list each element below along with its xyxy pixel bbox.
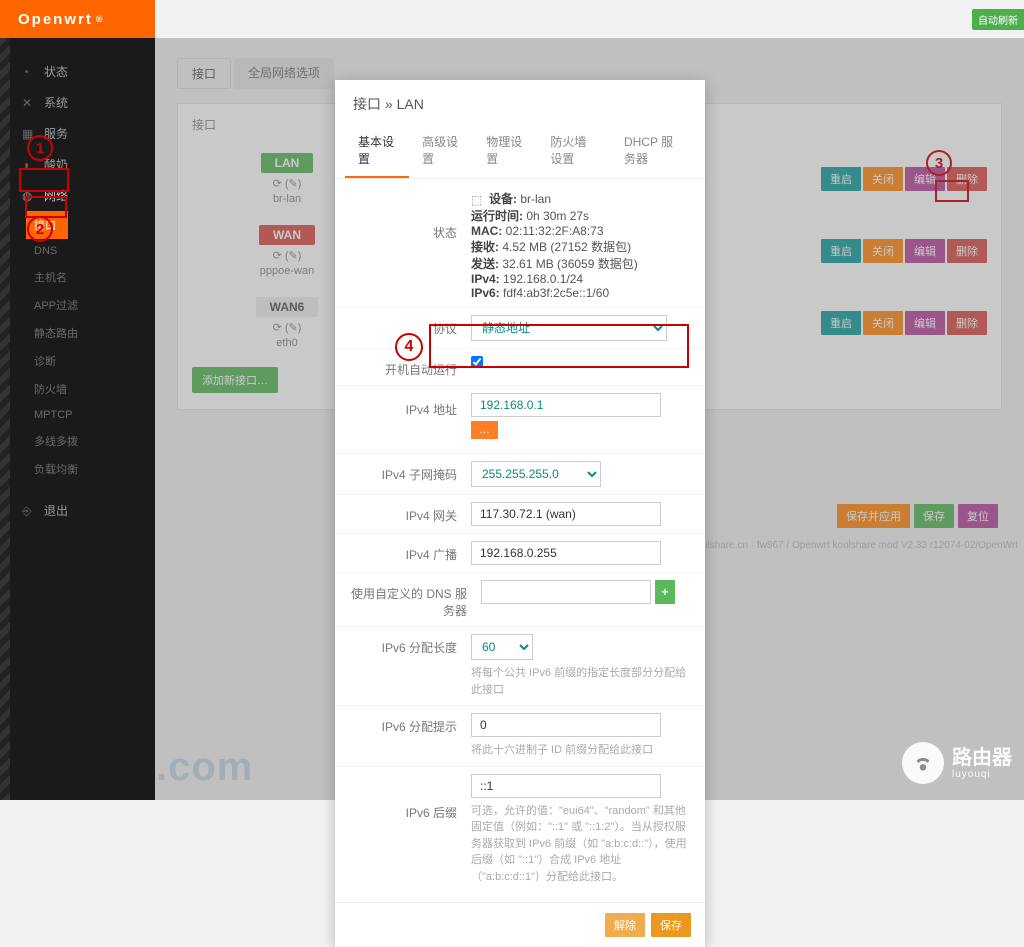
ipv6-hint-label: IPv6 分配提示 xyxy=(351,713,471,735)
sidebar-item-logout[interactable]: ⎆ 退出 xyxy=(0,495,155,526)
modal-dismiss-button[interactable]: 解除 xyxy=(605,913,645,937)
ipv6-suffix-input[interactable] xyxy=(471,774,661,798)
annotation-marker-4: 4 xyxy=(395,333,423,361)
ipv4-addr-label: IPv4 地址 xyxy=(351,393,471,418)
modal-tab-firewall[interactable]: 防火墙设置 xyxy=(537,124,611,178)
status-block: ⬚ 设备: br-lan 运行时间: 0h 30m 27s MAC: 02:11:… xyxy=(471,190,689,300)
ipv6-hint-input[interactable] xyxy=(471,713,661,737)
row-ipv4-gw: IPv4 网关 xyxy=(335,494,705,533)
annotation-marker-1: 1 xyxy=(27,135,53,161)
sidebar-texture xyxy=(0,38,10,800)
dns-label: 使用自定义的 DNS 服务器 xyxy=(351,580,481,619)
sidebar-sub-loadbalance[interactable]: 负载均衡 xyxy=(34,455,155,483)
device-icon: ⬚ xyxy=(471,193,485,207)
router-wm-small: luyouqi xyxy=(952,769,1012,780)
interface-edit-modal: 接口 » LAN 基本设置 高级设置 物理设置 防火墙设置 DHCP 服务器 状… xyxy=(335,80,705,947)
ipv6-hint-hint: 将此十六进制子 ID 前缀分配给此接口 xyxy=(471,742,689,759)
rx-label: 接收: xyxy=(471,240,499,254)
row-ipv4-mask: IPv4 子网掩码 255.255.255.0 xyxy=(335,453,705,494)
row-ipv4-bcast: IPv4 广播 xyxy=(335,533,705,572)
modal-tab-basic[interactable]: 基本设置 xyxy=(345,124,409,178)
auto-refresh-badge[interactable]: 自动刷新 xyxy=(972,9,1024,30)
row-ipv4-addr: IPv4 地址 … xyxy=(335,385,705,453)
ipv4-bcast-input[interactable] xyxy=(471,541,661,565)
sidebar-sub-multiwan[interactable]: 多线多拨 xyxy=(34,427,155,455)
wrench-icon: ✕ xyxy=(22,96,36,110)
tx-label: 发送: xyxy=(471,257,499,271)
modal-tab-advanced[interactable]: 高级设置 xyxy=(409,124,473,178)
ipv4-mask-select[interactable]: 255.255.255.0 xyxy=(471,461,601,487)
sidebar-sub-staticroutes[interactable]: 静态路由 xyxy=(34,319,155,347)
exit-icon: ⎆ xyxy=(22,504,36,518)
dns-add-button[interactable]: + xyxy=(655,580,675,604)
annotation-marker-2: 2 xyxy=(27,216,53,242)
ipv6-len-hint: 将每个公共 IPv6 前缀的指定长度部分分配给此接口 xyxy=(471,665,689,698)
ipv4-addr-input[interactable] xyxy=(471,393,661,417)
row-dns: 使用自定义的 DNS 服务器 + xyxy=(335,572,705,626)
modal-body: 状态 ⬚ 设备: br-lan 运行时间: 0h 30m 27s MAC: 02:… xyxy=(335,179,705,902)
modal-save-button[interactable]: 保存 xyxy=(651,913,691,937)
ipv4-addr-more-button[interactable]: … xyxy=(471,421,498,439)
sidebar-item-status[interactable]: ◔ 状态 xyxy=(0,56,155,87)
mac-value: 02:11:32:2F:A8:73 xyxy=(506,224,604,238)
ipv6-len-select[interactable]: 60 xyxy=(471,634,533,660)
ipv6-label: IPv6: xyxy=(471,286,500,300)
sidebar-item-system[interactable]: ✕ 系统 xyxy=(0,87,155,118)
status-label: 状态 xyxy=(351,190,471,241)
brand-header: Openwrt® xyxy=(0,0,155,38)
uptime-value: 0h 30m 27s xyxy=(526,209,589,223)
uptime-label: 运行时间: xyxy=(471,209,523,223)
annotation-box-ipv4 xyxy=(429,324,689,368)
modal-tab-dhcp[interactable]: DHCP 服务器 xyxy=(611,124,695,178)
brand-text: Openwrt xyxy=(18,11,93,28)
sidebar-sub-mptcp[interactable]: MPTCP xyxy=(34,403,155,427)
ipv4-bcast-label: IPv4 广播 xyxy=(351,541,471,563)
mac-label: MAC: xyxy=(471,224,502,238)
modal-tabs: 基本设置 高级设置 物理设置 防火墙设置 DHCP 服务器 xyxy=(335,124,705,179)
sidebar-sub-appfilter[interactable]: APP过滤 xyxy=(34,291,155,319)
ipv6-value: fdf4:ab3f:2c5e::1/60 xyxy=(503,286,609,300)
annotation-box-network xyxy=(19,168,69,192)
dns-input[interactable] xyxy=(481,580,651,604)
row-ipv6-suffix: IPv6 后缀 可选，允许的值："eui64"、"random" 和其他固定值（… xyxy=(335,766,705,893)
ipv4-gw-input[interactable] xyxy=(471,502,661,526)
gauge-icon: ◔ xyxy=(22,65,36,79)
ipv6-len-label: IPv6 分配长度 xyxy=(351,634,471,656)
sidebar-sub-firewall[interactable]: 防火墙 xyxy=(34,375,155,403)
row-status: 状态 ⬚ 设备: br-lan 运行时间: 0h 30m 27s MAC: 02:… xyxy=(335,183,705,307)
modal-title: 接口 » LAN xyxy=(335,80,705,124)
ipv4-mask-label: IPv4 子网掩码 xyxy=(351,461,471,483)
sidebar-item-label: 系统 xyxy=(44,94,68,111)
annotation-box-interface xyxy=(25,196,67,218)
watermark-router: 路由器 luyouqi xyxy=(902,742,1012,784)
sidebar-sub-hostnames[interactable]: 主机名 xyxy=(34,263,155,291)
ipv4-label: IPv4: xyxy=(471,272,500,286)
ipv6-suffix-hint: 可选，允许的值："eui64"、"random" 和其他固定值（例如："::1"… xyxy=(471,803,689,886)
sidebar-item-label: 退出 xyxy=(44,502,68,519)
device-value: br-lan xyxy=(520,192,551,206)
brand-reg: ® xyxy=(96,14,105,24)
ipv4-value: 192.168.0.1/24 xyxy=(503,272,583,286)
modal-footer: 解除 保存 xyxy=(335,902,705,947)
sidebar: ◔状态 ✕系统 ▦服务 ◑酸奶 ◍网络 接口 DNS 主机名 APP过滤 静态路… xyxy=(0,38,155,800)
sidebar-sub-dhs[interactable]: DNS xyxy=(34,239,155,263)
row-ipv6-len: IPv6 分配长度 60 将每个公共 IPv6 前缀的指定长度部分分配给此接口 xyxy=(335,626,705,705)
router-icon xyxy=(902,742,944,784)
sidebar-sub-diagnostics[interactable]: 诊断 xyxy=(34,347,155,375)
modal-tab-physical[interactable]: 物理设置 xyxy=(473,124,537,178)
sidebar-network-submenu: 接口 DNS 主机名 APP过滤 静态路由 诊断 防火墙 MPTCP 多线多拨 … xyxy=(0,211,155,483)
sidebar-item-label: 状态 xyxy=(44,63,68,80)
sidebar-item-services[interactable]: ▦服务 xyxy=(0,118,155,149)
ipv6-suffix-label: IPv6 后缀 xyxy=(351,774,471,821)
rx-value: 4.52 MB (27152 数据包) xyxy=(502,240,631,254)
ipv4-gw-label: IPv4 网关 xyxy=(351,502,471,524)
router-wm-big: 路由器 xyxy=(952,747,1012,769)
row-ipv6-hint: IPv6 分配提示 将此十六进制子 ID 前缀分配给此接口 xyxy=(335,705,705,766)
device-label: 设备: xyxy=(489,192,517,206)
tx-value: 32.61 MB (36059 数据包) xyxy=(502,257,637,271)
